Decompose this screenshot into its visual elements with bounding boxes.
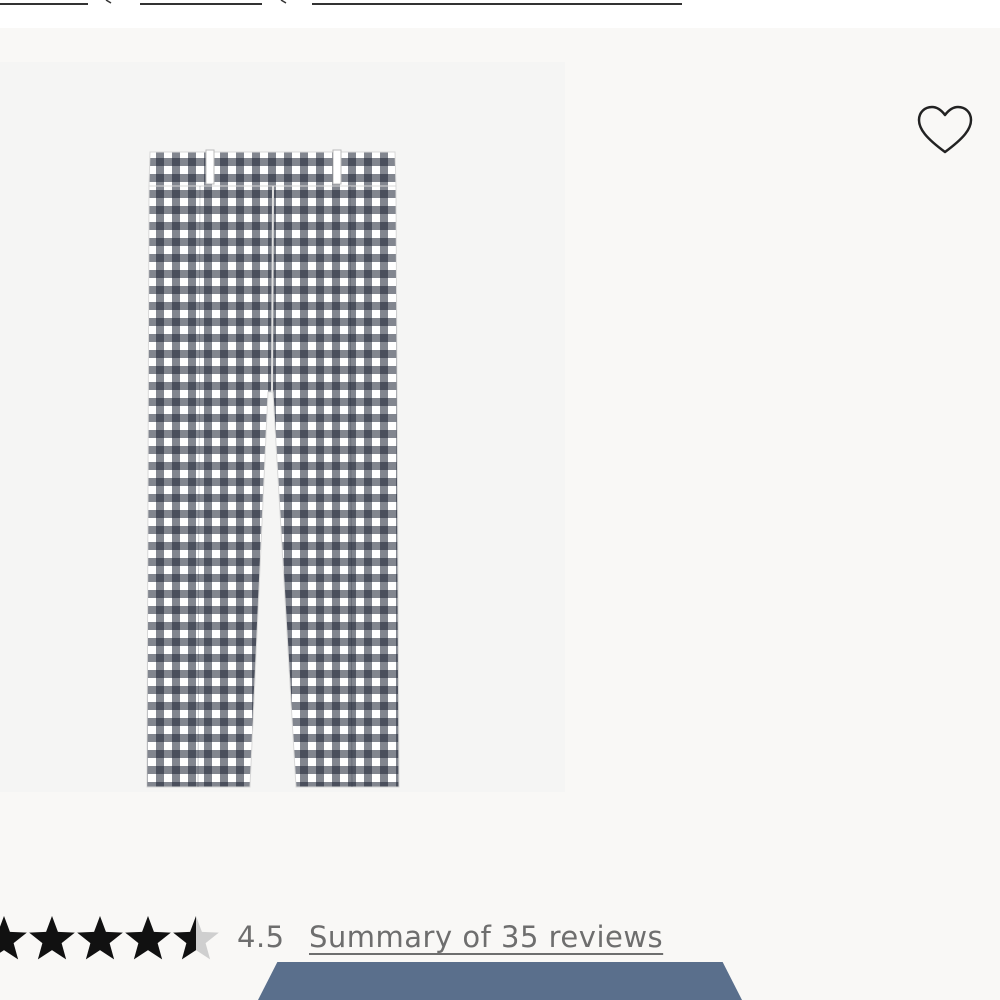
rating-value: 4.5 (237, 920, 285, 954)
product-page: 4.5 Summary of 35 reviews (0, 0, 1000, 1000)
product-image (146, 149, 400, 788)
reviews-summary-link[interactable]: Summary of 35 reviews (309, 920, 663, 954)
star-rating (0, 916, 219, 960)
star-icon (29, 916, 75, 960)
heart-outline-icon (917, 105, 973, 154)
product-image-panel[interactable] (0, 62, 565, 792)
breadcrumb-link-3[interactable] (312, 3, 682, 5)
star-icon (125, 916, 171, 960)
rating-summary: 4.5 Summary of 35 reviews (0, 908, 1000, 968)
breadcrumb-link-2[interactable] (140, 3, 262, 5)
favorite-button[interactable] (914, 102, 976, 160)
breadcrumb-link-1[interactable] (0, 3, 88, 5)
star-icon (173, 916, 219, 960)
breadcrumb-chevron-icon (105, 0, 112, 4)
star-icon (77, 916, 123, 960)
add-to-bag-button[interactable] (258, 962, 742, 1000)
breadcrumb-chevron-icon (280, 0, 287, 4)
star-icon (0, 916, 27, 960)
breadcrumb (0, 0, 1000, 28)
